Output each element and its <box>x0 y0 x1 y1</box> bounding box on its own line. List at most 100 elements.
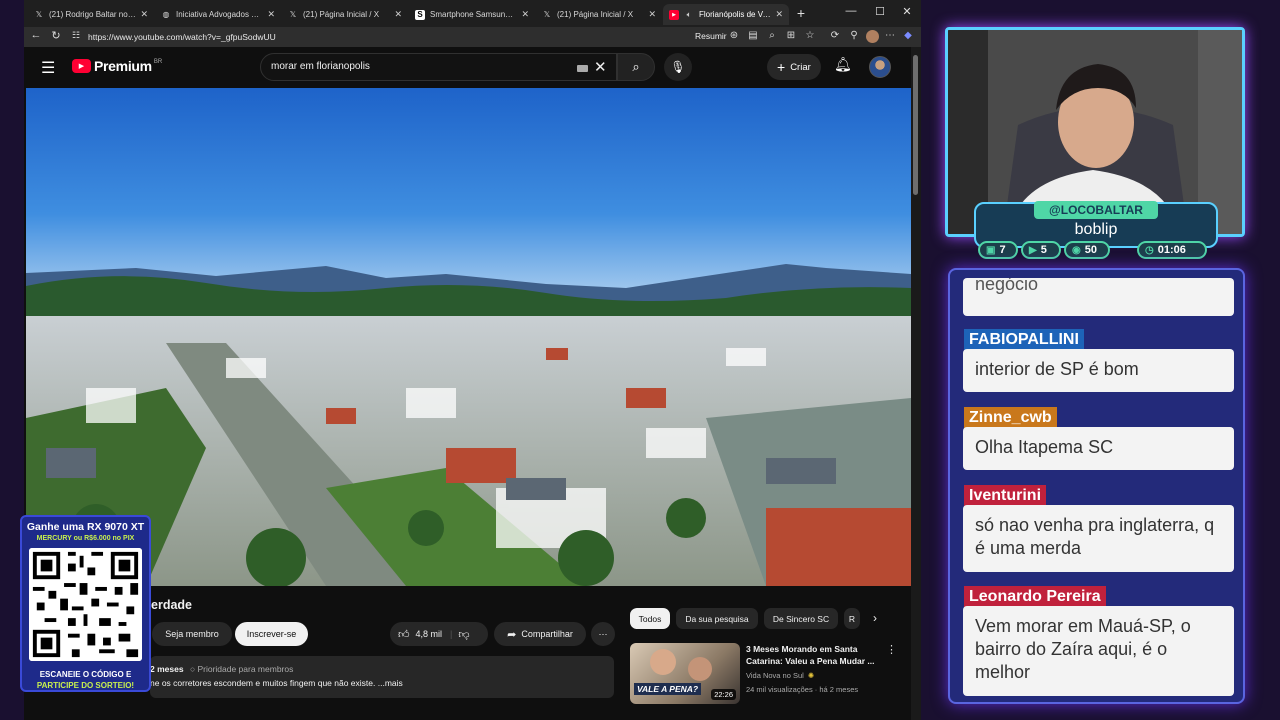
close-window-icon[interactable]: ✕ <box>897 5 917 18</box>
speaker-icon[interactable]: 🔈︎ <box>684 10 694 20</box>
like-icon[interactable]: 👍︎ <box>398 628 410 641</box>
chip-all[interactable]: Todos <box>630 608 670 629</box>
maximize-icon[interactable]: ☐ <box>870 5 890 18</box>
apps-icon[interactable]: ⊞ <box>784 30 798 41</box>
keyboard-icon[interactable] <box>577 65 588 72</box>
qr-code[interactable] <box>29 548 142 661</box>
recommendation-title[interactable]: 3 Meses Morando em Santa Catarina: Valeu… <box>746 643 886 667</box>
chip-partial[interactable]: R <box>844 608 860 629</box>
copilot-sidebar-icon[interactable]: ◆ <box>901 30 915 41</box>
tab-bar: 𝕏 (21) Rodrigo Baltar no X: "En ✕ ◍ Inic… <box>24 0 921 27</box>
share-icon: ➦ <box>507 628 517 641</box>
divider: | <box>450 629 453 639</box>
recommendation-meta: 24 mil visualizações · há 2 meses <box>746 685 859 694</box>
youtube-header: ☰ ▶ Premium BR morar em florianopolis ✕ … <box>24 47 911 88</box>
clock-icon: ◷ <box>1145 244 1154 256</box>
create-button[interactable]: + Criar <box>767 54 821 80</box>
scrollbar-thumb[interactable] <box>913 55 918 195</box>
chevron-right-icon[interactable]: › <box>873 611 877 625</box>
like-count[interactable]: 4,8 mil <box>416 629 443 639</box>
chat-username: FABIOPALLINI <box>964 329 1084 351</box>
tab-1[interactable]: 𝕏 (21) Rodrigo Baltar no X: "En ✕ <box>28 4 154 25</box>
tab-title: (21) Página Inicial / X <box>303 10 380 19</box>
recommendation-more-icon[interactable]: ⋮ <box>886 643 897 656</box>
chat-text: só nao venha pra inglaterra, q é uma mer… <box>975 515 1215 558</box>
chat-message: interior de SP é bom <box>963 349 1234 392</box>
promo-subline: MERCURY ou R$6.000 no PIX <box>36 535 135 542</box>
x-logo-icon: 𝕏 <box>35 10 43 19</box>
youtube-viewers: ▶ 5 <box>1021 241 1061 259</box>
description-text[interactable]: ne os corretores escondem e muitos finge… <box>150 678 403 688</box>
extensions-icon[interactable]: ⚲ <box>847 30 861 41</box>
back-icon[interactable]: ← <box>28 29 44 41</box>
tab-2[interactable]: ◍ Iniciativa Advogados Contra ✕ <box>155 4 281 25</box>
chat-message: só nao venha pra inglaterra, q é uma mer… <box>963 505 1234 572</box>
description-box[interactable]: 2 meses ○ Prioridade para membros ne os … <box>150 656 614 698</box>
x-logo-icon: 𝕏 <box>289 10 297 19</box>
reading-view-icon[interactable]: ▤ <box>746 30 760 41</box>
clear-search-icon[interactable]: ✕ <box>594 58 607 76</box>
promo-headline: Ganhe uma RX 9070 XT <box>26 521 145 533</box>
favorite-star-icon[interactable]: ☆ <box>803 30 817 41</box>
close-icon[interactable]: ✕ <box>394 9 402 20</box>
reload-icon[interactable]: ↻ <box>48 29 64 42</box>
more-actions-icon[interactable]: ⋯ <box>591 622 615 646</box>
tab-4[interactable]: S Smartphone Samsung Galax ✕ <box>409 4 535 25</box>
like-dislike-group: 👍︎ 4,8 mil | 👎︎ <box>390 622 488 646</box>
refresh-extension-icon[interactable]: ⟳ <box>828 30 842 41</box>
chat-username: Zinne_cwb <box>964 407 1057 429</box>
search-box[interactable]: morar em florianopolis ✕ <box>260 53 617 81</box>
share-button[interactable]: ➦ Compartilhar <box>494 622 586 646</box>
more-menu-icon[interactable]: ⋯ <box>883 30 897 41</box>
hamburger-menu-icon[interactable]: ☰ <box>41 58 55 78</box>
tab-6-active[interactable]: ▶ 🔈︎ Florianópolis de Verda ✕ <box>663 4 789 25</box>
account-avatar[interactable] <box>869 56 891 78</box>
search-icon: ⌕ <box>632 59 640 74</box>
close-icon[interactable]: ✕ <box>775 9 783 20</box>
dislike-icon[interactable]: 👎︎ <box>458 628 469 641</box>
thumbnail-caption: VALE A PENA? <box>634 683 702 695</box>
chip-from-search[interactable]: Da sua pesquisa <box>676 608 758 629</box>
url-field[interactable]: https://www.youtube.com/watch?v=_gfpuSod… <box>82 29 702 45</box>
tab-3[interactable]: 𝕏 (21) Página Inicial / X ✕ <box>282 4 408 25</box>
new-tab-icon[interactable]: + <box>791 5 811 21</box>
youtube-logo[interactable]: ▶ Premium BR <box>72 58 162 74</box>
tab-title: Smartphone Samsung Galax <box>430 10 518 19</box>
brand-label: Premium <box>94 58 152 74</box>
minimize-icon[interactable]: — <box>841 5 861 17</box>
video-frame-aerial-city <box>26 88 911 586</box>
chat-text: negócio <box>975 278 1039 294</box>
search-button[interactable]: ⌕ <box>617 53 655 81</box>
youtube-icon: ▶ <box>1029 244 1037 256</box>
country-code: BR <box>153 58 163 65</box>
chat-panel: negócio FABIOPALLINI interior de SP é bo… <box>948 268 1245 704</box>
copilot-icon[interactable]: ⊛ <box>727 30 741 41</box>
chip-channel[interactable]: De Sincero SC <box>764 608 838 629</box>
profile-icon[interactable] <box>866 30 879 43</box>
summarize-button[interactable]: Resumir <box>695 31 727 41</box>
upload-age: 2 meses <box>150 664 184 674</box>
chat-message-partial: negócio <box>963 278 1234 316</box>
close-icon[interactable]: ✕ <box>267 9 275 20</box>
search-input[interactable]: morar em florianopolis <box>271 61 370 72</box>
zoom-icon[interactable]: ⌕ <box>765 30 779 41</box>
video-player[interactable] <box>26 88 911 586</box>
priority-label: Prioridade para membros <box>197 664 294 674</box>
join-membership-button[interactable]: Seja membro <box>152 622 232 646</box>
plus-icon: + <box>777 59 786 75</box>
video-duration: 22:26 <box>711 689 736 700</box>
chat-text: Vem morar em Mauá-SP, o bairro do Zaíra … <box>975 616 1191 682</box>
notifications-bell-icon[interactable]: 🔔︎ <box>834 56 852 73</box>
chat-text: Olha Itapema SC <box>975 437 1114 457</box>
samsung-icon: S <box>415 9 425 20</box>
recommendation-channel[interactable]: Vida Nova no Sul ✺ <box>746 671 814 680</box>
close-icon[interactable]: ✕ <box>521 9 529 20</box>
close-icon[interactable]: ✕ <box>140 9 148 20</box>
subscribe-button[interactable]: Inscrever-se <box>235 622 308 646</box>
tab-5[interactable]: 𝕏 (21) Página Inicial / X ✕ <box>536 4 662 25</box>
address-bar: ← ↻ ☷ https://www.youtube.com/watch?v=_g… <box>24 27 921 47</box>
voice-search-button[interactable]: 🎙︎ <box>664 53 692 81</box>
recommendation-thumbnail[interactable]: VALE A PENA? 22:26 <box>630 643 740 704</box>
close-icon[interactable]: ✕ <box>648 9 656 20</box>
page-scrollbar[interactable] <box>911 47 921 720</box>
